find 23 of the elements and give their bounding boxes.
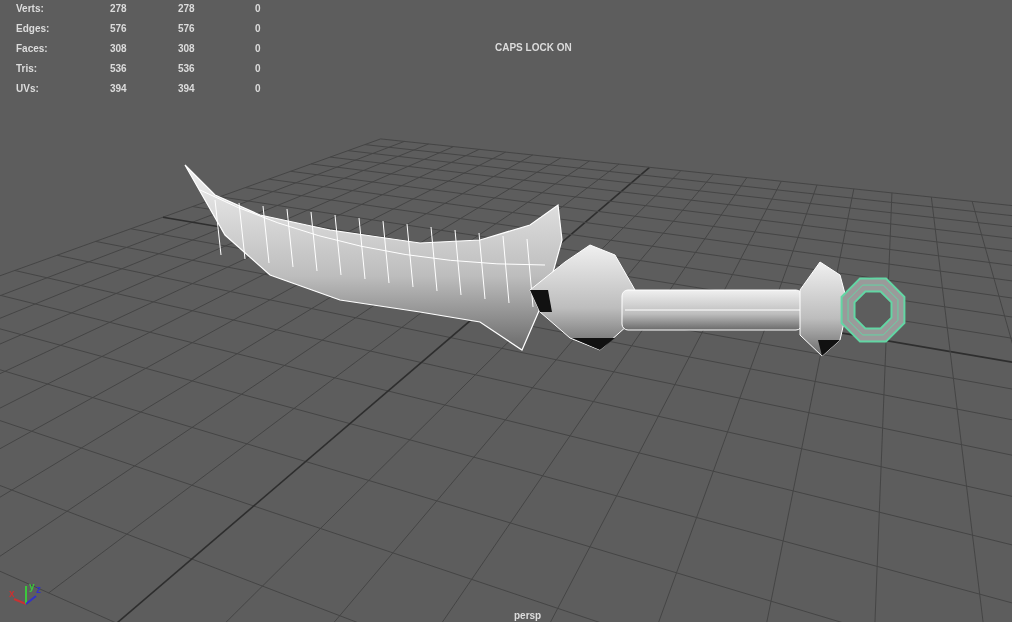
stat-label: Faces: (16, 42, 49, 55)
stat-value: 0 (255, 82, 262, 95)
stat-value: 394 (110, 82, 128, 95)
stat-value: 278 (178, 2, 196, 15)
stat-value: 576 (178, 22, 196, 35)
stat-label: UVs: (16, 82, 40, 95)
caps-lock-notice: CAPS LOCK ON (495, 41, 572, 54)
stat-value: 576 (110, 22, 128, 35)
camera-label: persp (514, 609, 542, 622)
stat-value: 308 (110, 42, 128, 55)
stat-value: 0 (255, 62, 262, 75)
stat-label: Tris: (16, 62, 39, 75)
stat-value: 0 (255, 22, 262, 35)
stat-value: 394 (178, 82, 196, 95)
stat-value: 308 (178, 42, 196, 55)
stat-value: 0 (255, 2, 262, 15)
stat-label: Verts: (16, 2, 45, 15)
stat-value: 536 (110, 62, 128, 75)
ring-drawing[interactable] (840, 277, 906, 343)
stat-value: 536 (178, 62, 196, 75)
stat-label: Edges: (16, 22, 51, 35)
stat-value: 278 (110, 2, 128, 15)
stat-value: 0 (255, 42, 262, 55)
